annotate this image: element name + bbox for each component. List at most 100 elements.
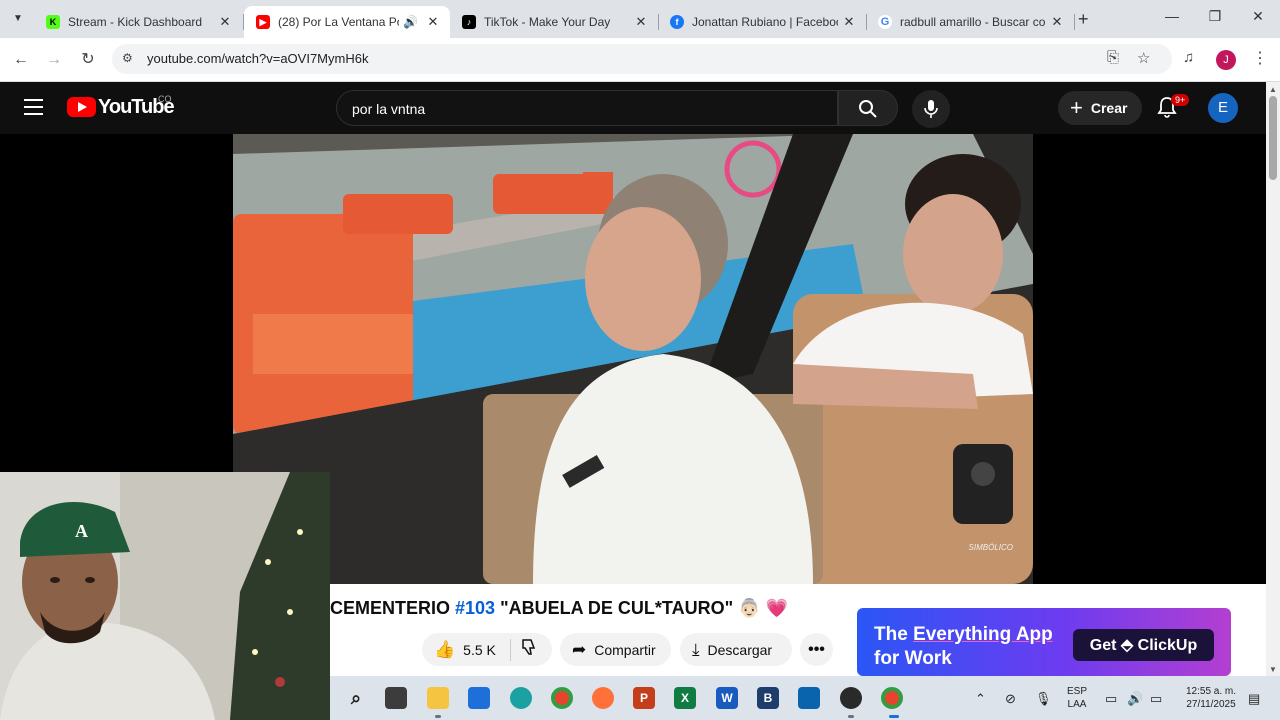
- title-text-rest: "ABUELA DE CUL*TAURO" 👵🏻 💗: [495, 598, 788, 618]
- forward-arrow-icon[interactable]: →: [43, 49, 65, 71]
- kick-icon: K: [46, 15, 60, 29]
- battery-icon[interactable]: ▭: [1150, 691, 1162, 707]
- url-text[interactable]: youtube.com/watch?v=aOVI7MymH6k: [147, 51, 368, 66]
- word-icon[interactable]: W: [716, 687, 738, 709]
- new-tab-plus-icon[interactable]: +: [1078, 9, 1089, 30]
- share-button[interactable]: ➦ Compartir: [560, 633, 671, 666]
- tab-kick[interactable]: K Stream - Kick Dashboard ✕: [34, 6, 242, 38]
- hashtag-link[interactable]: #103: [455, 598, 495, 618]
- powerpoint-icon[interactable]: P: [633, 687, 655, 709]
- tab-google[interactable]: G radbull amarillo - Buscar con ✕: [866, 6, 1074, 38]
- notification-center-icon[interactable]: ▤: [1248, 691, 1260, 707]
- browser-tabstrip: ▼ K Stream - Kick Dashboard ✕ ▶ (28) Por…: [0, 0, 1280, 38]
- svg-text:A: A: [75, 521, 88, 541]
- chrome-profile-icon[interactable]: [881, 687, 903, 709]
- youtube-play-icon: [67, 97, 96, 117]
- task-view-icon[interactable]: [385, 687, 407, 709]
- microphone-tray-icon[interactable]: 🎙: [1035, 691, 1052, 707]
- show-hidden-icons-chevron-icon[interactable]: ⌃: [975, 691, 986, 707]
- more-actions-button[interactable]: •••: [800, 633, 833, 666]
- video-player[interactable]: SIMBÓLICO: [233, 134, 1033, 584]
- country-code: CO: [158, 94, 172, 104]
- restore-icon[interactable]: ❐: [1205, 8, 1225, 25]
- youtube-icon: ▶: [256, 15, 270, 29]
- file-explorer-icon[interactable]: [427, 687, 449, 709]
- ad-headline-highlight: Everything App: [913, 624, 1053, 645]
- speaker-icon[interactable]: 🔊: [403, 15, 418, 29]
- scrollbar-thumb[interactable]: [1269, 96, 1277, 180]
- ad-cta-button[interactable]: Get ⬘ ClickUp: [1073, 629, 1214, 661]
- firefox-icon[interactable]: [592, 687, 614, 709]
- search-icon[interactable]: ⌕: [345, 687, 367, 709]
- search-button[interactable]: [838, 90, 898, 126]
- google-icon: G: [878, 15, 892, 29]
- video-frame-car-interior: [233, 134, 1033, 584]
- close-tab-icon[interactable]: ✕: [422, 14, 444, 30]
- download-label: Descargar: [707, 641, 773, 658]
- like-count[interactable]: 5.5 K: [463, 642, 496, 658]
- media-controls-icon[interactable]: ♫: [1183, 49, 1194, 66]
- thumbs-up-icon[interactable]: 👍: [434, 640, 455, 660]
- volume-icon[interactable]: 🔊: [1127, 691, 1143, 707]
- windows-taskbar: ⌕ P X W B ⌃ ⊘ 🎙 ESP LAA ▭ 🔊 ▭ 12:55 a. m…: [330, 676, 1280, 720]
- input-language[interactable]: ESP LAA: [1067, 685, 1087, 711]
- excel-icon[interactable]: X: [674, 687, 696, 709]
- edge-icon[interactable]: [510, 687, 532, 709]
- tab-separator: [1074, 14, 1075, 30]
- install-app-icon[interactable]: ⎘: [1107, 49, 1119, 66]
- close-tab-icon[interactable]: ✕: [214, 14, 236, 30]
- ad-headline-text: The: [874, 624, 914, 645]
- chrome-icon[interactable]: [551, 687, 573, 709]
- close-tab-icon[interactable]: ✕: [630, 14, 652, 30]
- network-off-icon[interactable]: ⊘: [1005, 691, 1016, 707]
- webcam-person-with-christmas-tree: A: [0, 472, 330, 720]
- page-scrollbar[interactable]: ▲ ▼: [1266, 82, 1280, 676]
- like-dislike-group: 👍 5.5 K: [422, 633, 552, 666]
- menu-icon[interactable]: [24, 99, 43, 115]
- reload-icon[interactable]: ↻: [77, 49, 99, 71]
- tab-facebook[interactable]: f Jonattan Rubiano | Facebook ✕: [658, 6, 866, 38]
- tab-youtube[interactable]: ▶ (28) Por La Ventana Podc 🔊 ✕: [244, 6, 450, 38]
- outlook-icon[interactable]: [798, 687, 820, 709]
- clock[interactable]: 12:55 a. m. 27/11/2025: [1178, 685, 1244, 711]
- download-button[interactable]: ⤓ Descargar: [680, 633, 792, 666]
- webcam-overlay: A: [0, 472, 330, 720]
- clock-time: 12:55 a. m.: [1185, 686, 1237, 697]
- back-arrow-icon[interactable]: ←: [10, 49, 32, 71]
- tab-search-chevron-icon[interactable]: ▼: [8, 9, 28, 29]
- account-avatar[interactable]: E: [1208, 93, 1238, 123]
- tab-title: TikTok - Make Your Day: [484, 15, 611, 29]
- browser-profile-avatar[interactable]: J: [1216, 50, 1236, 70]
- title-text: CEMENTERIO: [330, 598, 456, 618]
- close-tab-icon[interactable]: ✕: [838, 14, 860, 30]
- close-tab-icon[interactable]: ✕: [1046, 14, 1068, 30]
- create-button[interactable]: + Crear: [1058, 91, 1142, 125]
- ad-subline: for Work: [874, 648, 952, 669]
- scroll-down-arrow-icon[interactable]: ▼: [1269, 665, 1277, 674]
- screen: ▼ K Stream - Kick Dashboard ✕ ▶ (28) Por…: [0, 0, 1280, 720]
- microphone-icon: [924, 100, 938, 118]
- thumbs-down-icon[interactable]: [521, 638, 539, 661]
- browser-toolbar: ← → ↻ ⚙ youtube.com/watch?v=aOVI7MymH6k …: [0, 38, 1280, 82]
- display-icon[interactable]: ▭: [1105, 691, 1117, 707]
- tab-title: radbull amarillo - Buscar con: [900, 15, 1046, 29]
- search-query-text[interactable]: por la vntna: [352, 101, 425, 117]
- obs-icon[interactable]: [840, 687, 862, 709]
- search-input[interactable]: por la vntna: [336, 90, 838, 126]
- voice-search-button[interactable]: [912, 90, 950, 128]
- tab-tiktok[interactable]: ♪ TikTok - Make Your Day ✕: [450, 6, 658, 38]
- microsoft-store-icon[interactable]: [468, 687, 490, 709]
- app-b-icon[interactable]: B: [757, 687, 779, 709]
- running-indicator: [848, 715, 854, 718]
- scroll-up-arrow-icon[interactable]: ▲: [1269, 85, 1277, 94]
- close-window-icon[interactable]: ✕: [1248, 8, 1268, 25]
- clickup-ad-banner[interactable]: The Everything App for Work Get ⬘ ClickU…: [857, 608, 1231, 676]
- address-bar[interactable]: ⚙ youtube.com/watch?v=aOVI7MymH6k: [112, 44, 1172, 74]
- site-info-icon[interactable]: ⚙: [122, 51, 138, 67]
- minimize-icon[interactable]: —: [1162, 8, 1182, 24]
- tab-title: Stream - Kick Dashboard: [68, 15, 203, 29]
- divider: [509, 638, 511, 661]
- bookmark-star-icon[interactable]: ☆: [1137, 49, 1150, 67]
- browser-menu-icon[interactable]: ⋮: [1252, 48, 1268, 68]
- video-info-area: CEMENTERIO #103 "ABUELA DE CUL*TAURO" 👵🏻…: [330, 584, 1266, 676]
